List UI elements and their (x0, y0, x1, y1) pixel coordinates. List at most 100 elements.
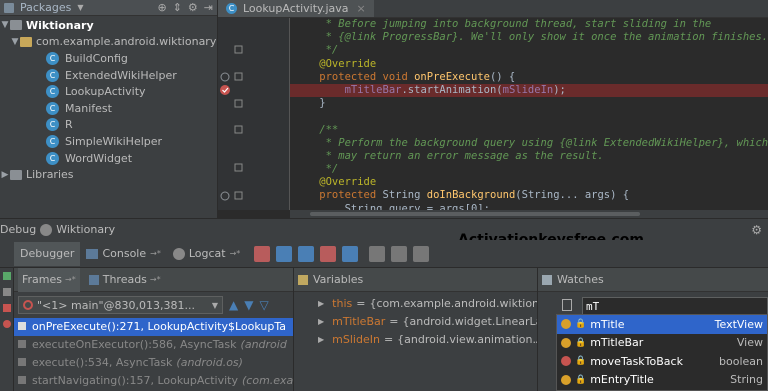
gear-icon[interactable]: ⚙ (188, 1, 198, 14)
new-watch-icon[interactable] (562, 299, 572, 311)
code-line[interactable]: @Override (290, 176, 768, 189)
code-token: */ (294, 44, 339, 57)
step-into-icon[interactable] (298, 245, 315, 262)
horizontal-scrollbar[interactable] (290, 210, 768, 218)
tree-class-item[interactable]: C SimpleWikiHelper (0, 133, 217, 150)
pin-icon: →* (150, 249, 161, 258)
arrow-down-icon[interactable]: ▼ (244, 298, 253, 312)
hide-icon[interactable]: ⇥ (204, 1, 213, 14)
tree-libraries[interactable]: ▶ Libraries (0, 166, 217, 183)
code-line[interactable]: */ (290, 44, 768, 57)
tree-class-item[interactable]: C WordWidget (0, 150, 217, 167)
step-out-icon[interactable] (342, 245, 359, 262)
stack-frame-row[interactable]: onPreExecute():271, LookupActivity$Looku… (14, 318, 293, 336)
code-line-breakpoint[interactable]: mTitleBar.startAnimation(mSlideIn); (290, 83, 768, 98)
tab-threads[interactable]: Threads →* (85, 268, 165, 292)
code-token: .startAnimation( (401, 83, 503, 96)
stack-frame-row[interactable]: execute():534, AsyncTask (android.os) (14, 354, 293, 372)
drop-frame-icon[interactable] (369, 245, 386, 262)
stop-icon[interactable] (3, 304, 11, 312)
variable-value: {com.example.android.wiktionar (369, 297, 537, 310)
show-execution-point-icon[interactable] (254, 245, 271, 262)
completion-item[interactable]: 🔒 mTitle TextView (557, 315, 767, 334)
tree-root-label: Wiktionary (26, 18, 94, 32)
thread-select[interactable]: "<1> main"@830,013,381... ▼ (18, 296, 223, 314)
tree-class-label: BuildConfig (65, 51, 128, 65)
editor-tab-lookupactivity[interactable]: C LookupActivity.java × (218, 0, 374, 17)
scrollbar-thumb[interactable] (310, 212, 640, 216)
project-panel-header: Packages ▼ ⊕ ⇕ ⚙ ⇥ (0, 0, 217, 16)
tab-console-label: Console (102, 247, 147, 260)
code-area[interactable]: * Before jumping into background thread,… (290, 18, 768, 210)
code-line[interactable]: */ (290, 163, 768, 176)
field-icon (561, 337, 571, 348)
evaluate-icon[interactable] (413, 245, 430, 262)
variable-row[interactable]: ▶ mTitleBar={android.widget.LinearLayo (294, 313, 537, 331)
override-icon (220, 72, 230, 82)
force-step-into-icon[interactable] (320, 245, 337, 262)
chevron-down-icon[interactable]: ▼ (0, 20, 10, 30)
tab-console[interactable]: Console →* (80, 242, 166, 266)
completion-item[interactable]: 🔒 moveTaskToBack boolean (557, 352, 767, 371)
sync-icon[interactable]: ⊕ (157, 1, 166, 14)
code-line[interactable]: * Before jumping into background thread,… (290, 18, 768, 31)
completion-item[interactable]: 🔒 mEntryTitle String (557, 371, 767, 390)
tab-frames-label: Frames (22, 273, 63, 286)
chevron-down-icon[interactable]: ▼ (77, 3, 83, 12)
pin-icon: →* (65, 275, 76, 284)
code-line[interactable]: protected String doInBackground(String..… (290, 189, 768, 202)
chevron-down-icon[interactable]: ▼ (10, 37, 20, 47)
chevron-right-icon[interactable]: ▶ (318, 295, 324, 313)
tree-class-label: WordWidget (65, 151, 133, 165)
fold-marker-icon (234, 45, 243, 54)
code-line[interactable] (290, 110, 768, 123)
code-line[interactable]: * Perform the background query using {@l… (290, 137, 768, 150)
chevron-right-icon[interactable]: ▶ (318, 331, 324, 349)
chevron-right-icon[interactable]: ▶ (0, 170, 10, 180)
gear-icon[interactable]: ⚙ (751, 223, 762, 237)
view-breakpoints-icon[interactable] (3, 320, 11, 328)
tree-class-item[interactable]: C BuildConfig (0, 50, 217, 67)
tree-package[interactable]: ▼ com.example.android.wiktionary (0, 34, 217, 51)
close-icon[interactable]: × (357, 2, 366, 15)
variable-value: {android.widget.LinearLayo (402, 315, 537, 328)
debug-config-name[interactable]: Wiktionary (56, 223, 115, 236)
code-line[interactable]: @Override (290, 58, 768, 71)
tree-class-item[interactable]: C LookupActivity (0, 83, 217, 100)
collapse-icon[interactable]: ⇕ (173, 1, 182, 14)
class-icon: C (46, 118, 59, 132)
tree-class-item[interactable]: C Manifest (0, 100, 217, 117)
step-over-icon[interactable] (276, 245, 293, 262)
tab-frames[interactable]: Frames →* (18, 267, 80, 292)
chevron-right-icon[interactable]: ▶ (318, 313, 324, 331)
stack-frame-row[interactable]: executeOnExecutor():586, AsyncTask (andro… (14, 336, 293, 354)
code-line[interactable]: /** (290, 124, 768, 137)
android-icon (172, 247, 185, 260)
watch-expression-input[interactable] (582, 297, 768, 315)
resume-icon[interactable] (0, 241, 14, 266)
tree-class-item[interactable]: CR (0, 117, 217, 134)
stack-frame-row[interactable]: startNavigating():157, LookupActivity (co… (14, 372, 293, 390)
field-icon (561, 319, 571, 330)
code-line[interactable]: protected void onPreExecute() { (290, 71, 768, 84)
tab-logcat[interactable]: Logcat →* (167, 242, 246, 266)
resume-icon[interactable] (3, 272, 11, 280)
view-selector[interactable]: Packages (20, 1, 71, 14)
filter-icon[interactable]: ▽ (259, 298, 268, 312)
code-line[interactable]: * {@link ProgressBar}. We'll only show i… (290, 31, 768, 44)
arrow-up-icon[interactable]: ▲ (229, 298, 238, 312)
code-line[interactable]: } (290, 97, 768, 110)
run-to-cursor-icon[interactable] (391, 245, 408, 262)
tree-class-item[interactable]: C ExtendedWikiHelper (0, 67, 217, 84)
code-line[interactable]: String query = args[0]; (290, 203, 768, 210)
code-token: * {@link ProgressBar}. We'll only show i… (294, 31, 768, 44)
editor-gutter[interactable] (218, 18, 290, 210)
variable-row[interactable]: ▶ this = {com.example.android.wiktionar (294, 295, 537, 313)
tab-debugger[interactable]: Debugger (14, 241, 81, 266)
tree-root[interactable]: ▼ Wiktionary (0, 17, 217, 34)
code-line[interactable]: * may return an error message as the res… (290, 150, 768, 163)
stack-frame-package: (android (240, 338, 287, 351)
completion-item[interactable]: 🔒 mTitleBar View (557, 334, 767, 353)
pause-icon[interactable] (3, 288, 11, 296)
variable-row[interactable]: ▶ mSlideIn={android.view.animation.Ani (294, 331, 537, 349)
